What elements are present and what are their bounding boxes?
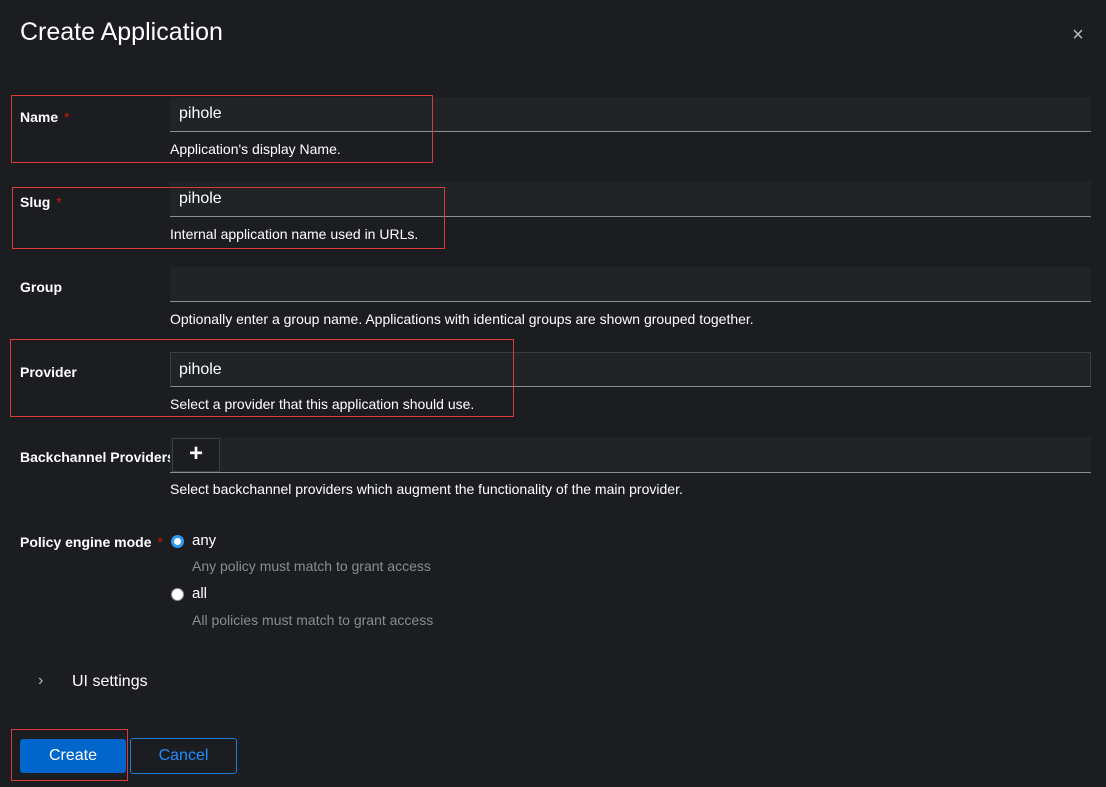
slug-label-text: Slug (20, 194, 51, 210)
add-backchannel-provider-button[interactable]: + (172, 438, 220, 472)
policy-all-description: All policies must match to grant access (192, 612, 434, 628)
policy-engine-mode-label-text: Policy engine mode (20, 534, 152, 550)
provider-helper-text: Select a provider that this application … (170, 396, 475, 412)
policy-any-radio[interactable] (171, 535, 184, 548)
group-label: Group (20, 279, 62, 295)
modal-title: Create Application (20, 18, 223, 46)
ui-settings-label[interactable]: UI settings (72, 673, 148, 691)
backchannel-providers-field (170, 437, 1091, 473)
slug-helper-text: Internal application name used in URLs. (170, 226, 419, 242)
policy-all-label[interactable]: all (192, 585, 207, 602)
provider-select[interactable] (170, 352, 1091, 387)
policy-any-description: Any policy must match to grant access (192, 558, 431, 574)
group-helper-text: Optionally enter a group name. Applicati… (170, 311, 754, 327)
name-helper-text: Application's display Name. (170, 141, 341, 157)
required-mark: * (64, 109, 70, 125)
backchannel-providers-label: Backchannel Providers (20, 449, 175, 465)
name-label: Name * (20, 109, 70, 125)
policy-engine-mode-label: Policy engine mode * (20, 534, 163, 550)
close-icon[interactable]: × (1069, 24, 1087, 46)
required-mark: * (157, 534, 163, 550)
name-label-text: Name (20, 109, 59, 125)
create-button[interactable]: Create (20, 739, 126, 773)
name-input[interactable] (170, 97, 1091, 132)
backchannel-helper-text: Select backchannel providers which augme… (170, 481, 683, 497)
required-mark: * (56, 194, 62, 210)
group-input[interactable] (170, 267, 1091, 302)
provider-label: Provider (20, 364, 77, 380)
policy-any-label[interactable]: any (192, 532, 216, 549)
slug-input[interactable] (170, 182, 1091, 217)
chevron-right-icon: › (38, 672, 44, 689)
cancel-button[interactable]: Cancel (130, 738, 237, 774)
plus-icon: + (188, 440, 203, 467)
slug-label: Slug * (20, 194, 62, 210)
policy-all-radio[interactable] (171, 588, 184, 601)
